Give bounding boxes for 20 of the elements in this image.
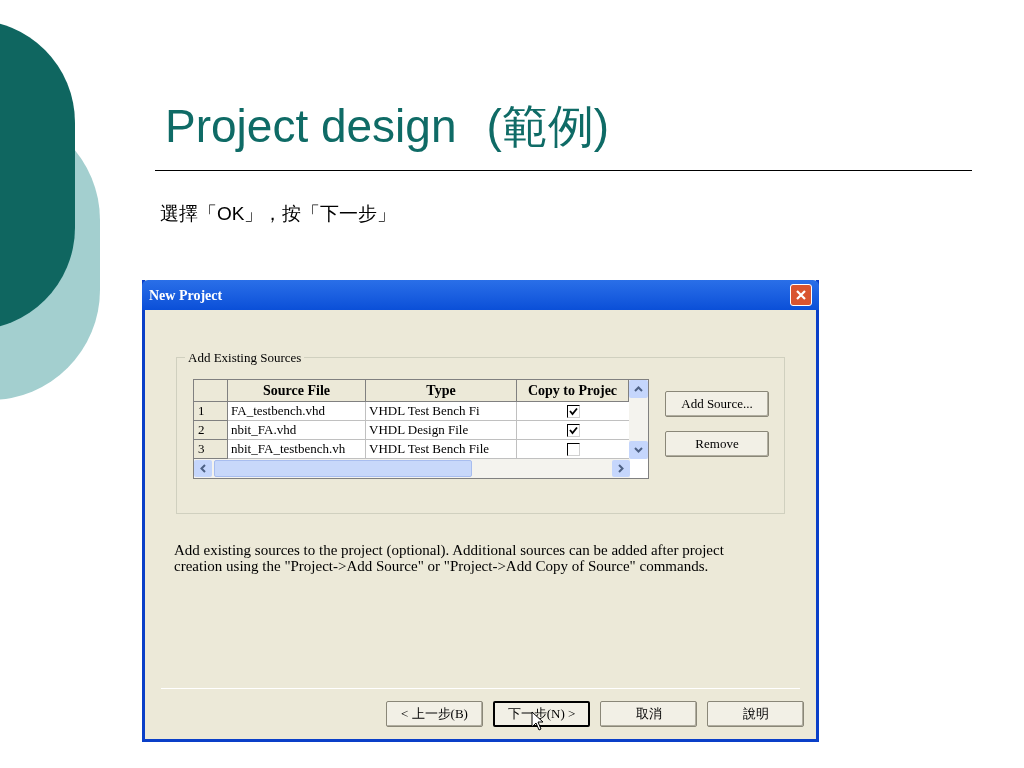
side-button[interactable]: Add Source... bbox=[665, 391, 769, 417]
slide-title-note: (範例) bbox=[486, 99, 610, 154]
wizard-button[interactable]: 說明 bbox=[707, 701, 804, 727]
table-cell: VHDL Design File bbox=[366, 421, 517, 440]
table-cell: FA_testbench.vhd bbox=[228, 402, 366, 421]
row-number: 2 bbox=[194, 421, 228, 440]
row-number: 3 bbox=[194, 440, 228, 459]
wizard-button[interactable]: 取消 bbox=[600, 701, 697, 727]
table-cell: VHDL Test Bench Fi bbox=[366, 402, 517, 421]
description-text: Add existing sources to the project (optional). Additional sources can be added after project creation using the "Project->Add Source" or "Project->Add Copy of Source" commands. bbox=[174, 542, 725, 574]
instruction-text: 選擇「OK」，按「下一步」 bbox=[160, 202, 397, 226]
column-header[interactable]: Copy to Projec bbox=[517, 380, 629, 402]
column-header[interactable]: Type bbox=[366, 380, 517, 402]
wizard-button[interactable]: < 上一步(B) bbox=[386, 701, 483, 727]
table-cell: nbit_FA.vhd bbox=[228, 421, 366, 440]
side-button[interactable]: Remove bbox=[665, 431, 769, 457]
slide-title: Project design bbox=[165, 99, 457, 154]
column-header[interactable]: Source File bbox=[228, 380, 366, 402]
window-title: New Project bbox=[149, 286, 223, 305]
row-number: 1 bbox=[194, 402, 228, 421]
